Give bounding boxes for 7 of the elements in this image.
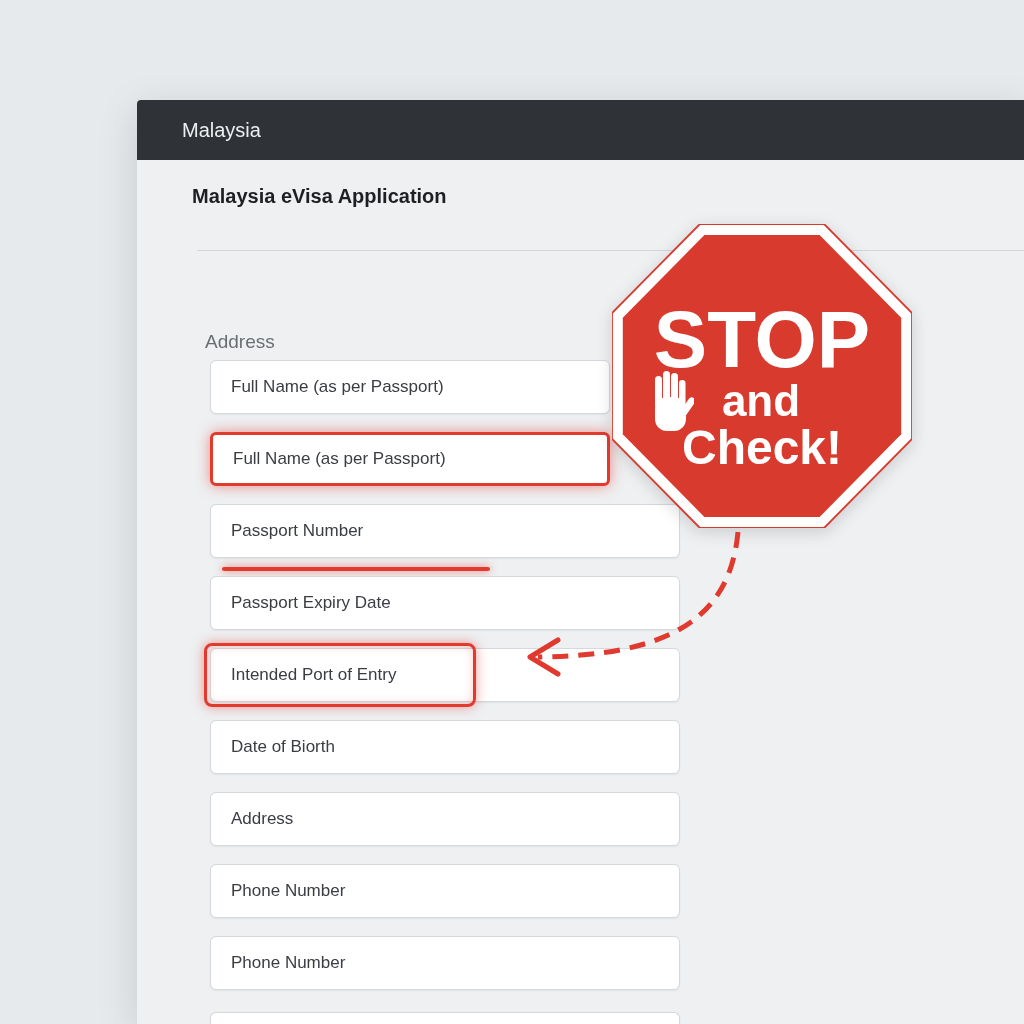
window-title: Malaysia [182, 118, 261, 143]
sign-heading: STOP [653, 300, 871, 380]
section-label: Address [205, 330, 275, 354]
input-field[interactable]: Full Name (as per Passport) [210, 432, 610, 486]
sign-text: Check! [681, 424, 843, 472]
form-title: Malaysia eVisa Application [192, 184, 447, 209]
sign-text: and [721, 379, 801, 423]
